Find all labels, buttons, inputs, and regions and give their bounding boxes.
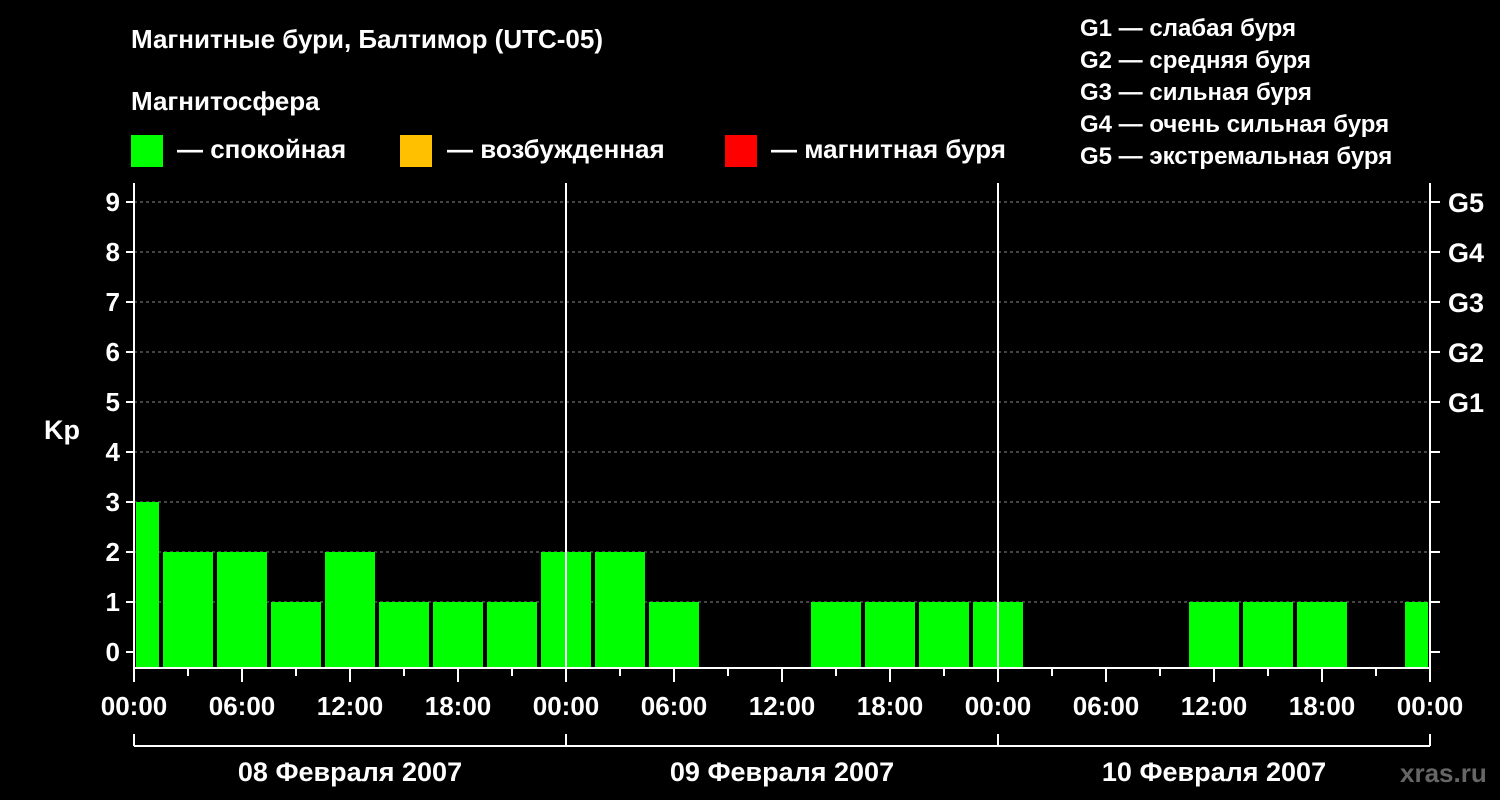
y-tick-label: 9	[106, 187, 120, 217]
g-level-label: G4	[1448, 238, 1484, 268]
x-tick-label: 18:00	[425, 691, 492, 721]
x-tick-label: 00:00	[533, 691, 600, 721]
kp-bar	[919, 602, 969, 668]
day-label: 08 Февраля 2007	[238, 757, 462, 787]
g-level-label: G2	[1448, 338, 1484, 368]
x-tick-label: 00:00	[1397, 691, 1464, 721]
y-tick-label: 3	[106, 487, 120, 517]
x-tick-label: 06:00	[641, 691, 708, 721]
day-label: 09 Февраля 2007	[670, 757, 894, 787]
g-level-label: G3	[1448, 288, 1484, 318]
day-label: 10 Февраля 2007	[1102, 757, 1326, 787]
x-tick-label: 12:00	[749, 691, 816, 721]
kp-bar	[379, 602, 429, 668]
y-tick-label: 5	[106, 387, 120, 417]
y-tick-label: 1	[106, 587, 120, 617]
kp-bar	[595, 552, 645, 668]
kp-bar-chart: 0 1 2 3 4 5 6 7 8 9 G1 G2 G3 G4 G5 Kp 00:00 06:00 12:00 18:…	[44, 183, 1484, 787]
kp-bar	[136, 502, 159, 668]
y-axis-label: Kp	[44, 415, 80, 445]
x-tick-label: 18:00	[1289, 691, 1356, 721]
kp-bar	[1189, 602, 1239, 668]
kp-bar	[433, 602, 483, 668]
kp-bar	[649, 602, 699, 668]
kp-bar	[217, 552, 267, 668]
kp-bar	[865, 602, 915, 668]
x-tick-label: 06:00	[1073, 691, 1140, 721]
y-tick-label: 7	[106, 287, 120, 317]
y-tick-label: 4	[106, 437, 121, 467]
kp-bar	[163, 552, 213, 668]
x-tick-label: 12:00	[317, 691, 384, 721]
x-tick-label: 12:00	[1181, 691, 1248, 721]
kp-bar	[811, 602, 861, 668]
x-tick-label: 00:00	[101, 691, 168, 721]
x-tick-label: 18:00	[857, 691, 924, 721]
kp-bar	[1405, 602, 1428, 668]
kp-bar	[1243, 602, 1293, 668]
y-tick-label: 2	[106, 537, 120, 567]
g-level-label: G1	[1448, 388, 1484, 418]
kp-bar	[1297, 602, 1347, 668]
y-tick-label: 6	[106, 337, 120, 367]
g-level-label: G5	[1448, 188, 1484, 218]
x-tick-label: 00:00	[965, 691, 1032, 721]
kp-bar	[487, 602, 537, 668]
watermark: xras.ru	[1400, 758, 1487, 788]
y-tick-label: 8	[106, 237, 120, 267]
x-tick-label: 06:00	[209, 691, 276, 721]
kp-bar	[325, 552, 375, 668]
y-tick-label: 0	[106, 637, 120, 667]
kp-bar	[271, 602, 321, 668]
